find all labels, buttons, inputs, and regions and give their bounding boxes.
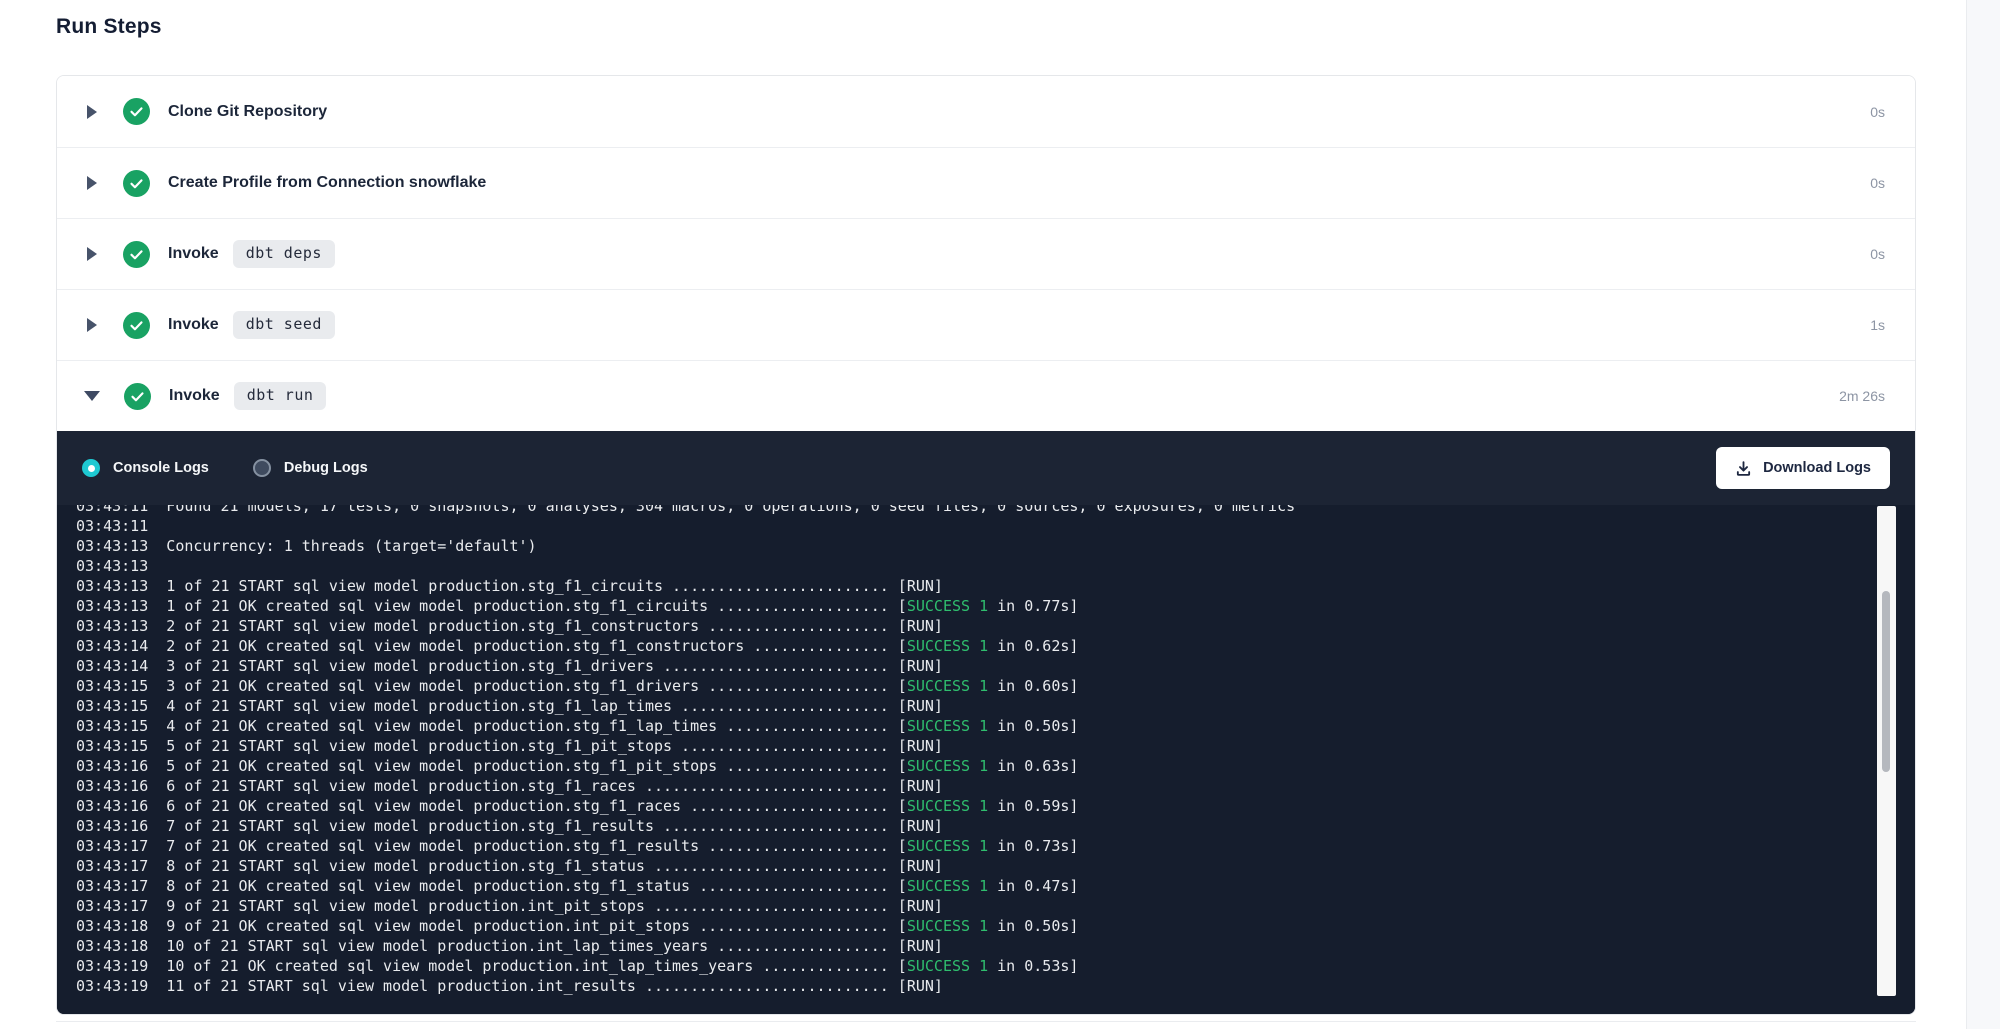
log-scrollbar-thumb[interactable] [1882,591,1890,772]
check-circle-icon [123,241,150,268]
log-line: 03:43:14 3 of 21 START sql view model pr… [76,656,1915,676]
step-rows: Clone Git Repository0sCreate Profile fro… [57,76,1915,431]
log-line: 03:43:16 7 of 21 START sql view model pr… [76,816,1915,836]
log-line: 03:43:16 5 of 21 OK created sql view mod… [76,756,1915,776]
step-label: Invoke [169,387,220,405]
check-circle-icon [123,312,150,339]
check-circle-icon [123,170,150,197]
log-line: 03:43:17 9 of 21 START sql view model pr… [76,896,1915,916]
check-circle-icon [123,98,150,125]
step-label: Clone Git Repository [168,103,327,121]
step-label: Invoke [168,245,219,263]
step-duration: 1s [1870,317,1885,333]
log-line: 03:43:13 2 of 21 START sql view model pr… [76,616,1915,636]
radio-debug-logs-label: Debug Logs [284,460,368,476]
step-duration: 2m 26s [1839,388,1885,404]
download-logs-label: Download Logs [1763,460,1871,476]
run-steps-card: Clone Git Repository0sCreate Profile fro… [56,75,1916,1015]
console-panel: Console Logs Debug Logs Download Logs [57,431,1915,1014]
log-scrollbar[interactable] [1877,506,1896,996]
log-line: 03:43:17 7 of 21 OK created sql view mod… [76,836,1915,856]
radio-console-logs[interactable]: Console Logs [82,459,209,477]
run-steps-page: Run Steps Clone Git Repository0sCreate P… [0,0,2000,1015]
radio-debug-logs[interactable]: Debug Logs [253,459,368,477]
log-line: 03:43:15 4 of 21 OK created sql view mod… [76,716,1915,736]
log-line: 03:43:16 6 of 21 START sql view model pr… [76,776,1915,796]
page-right-gutter [1966,0,2000,1029]
log-line: 03:43:11 [76,516,1915,536]
caret-right-icon[interactable] [87,247,97,261]
check-circle-icon [124,383,151,410]
log-line: 03:43:15 3 of 21 OK created sql view mod… [76,676,1915,696]
step-row-1[interactable]: Clone Git Repository 0s [57,76,1915,147]
radio-console-logs-label: Console Logs [113,460,209,476]
log-line: 03:43:18 9 of 21 OK created sql view mod… [76,916,1915,936]
console-log-lines: 03:43:11 Found 21 models, 17 tests, 0 sn… [76,505,1915,996]
log-line: 03:43:13 1 of 21 OK created sql view mod… [76,596,1915,616]
download-logs-button[interactable]: Download Logs [1716,447,1890,489]
log-line: 03:43:18 10 of 21 START sql view model p… [76,936,1915,956]
step-label: Invoke [168,316,219,334]
log-line: 03:43:14 2 of 21 OK created sql view mod… [76,636,1915,656]
caret-right-icon[interactable] [87,176,97,190]
log-line: 03:43:11 Found 21 models, 17 tests, 0 sn… [76,505,1915,516]
log-line: 03:43:19 11 of 21 START sql view model p… [76,976,1915,996]
step-duration: 0s [1870,175,1885,191]
radio-selected-icon[interactable] [82,459,100,477]
console-header: Console Logs Debug Logs Download Logs [57,431,1915,505]
step-duration: 0s [1870,104,1885,120]
log-line: 03:43:17 8 of 21 START sql view model pr… [76,856,1915,876]
log-line: 03:43:13 1 of 21 START sql view model pr… [76,576,1915,596]
log-line: 03:43:15 5 of 21 START sql view model pr… [76,736,1915,756]
log-line: 03:43:13 [76,556,1915,576]
step-row-2[interactable]: Create Profile from Connection snowflake… [57,147,1915,218]
console-log-viewport[interactable]: 03:43:11 Found 21 models, 17 tests, 0 sn… [57,505,1915,1014]
caret-down-icon[interactable] [84,391,100,401]
radio-unselected-icon[interactable] [253,459,271,477]
step-row-4[interactable]: Invoke dbt seed 1s [57,289,1915,360]
step-duration: 0s [1870,246,1885,262]
log-line: 03:43:17 8 of 21 OK created sql view mod… [76,876,1915,896]
log-line: 03:43:19 10 of 21 OK created sql view mo… [76,956,1915,976]
page-title: Run Steps [56,12,2000,42]
command-badge: dbt run [234,382,327,410]
command-badge: dbt deps [233,240,335,268]
command-badge: dbt seed [233,311,335,339]
step-label: Create Profile from Connection snowflake [168,174,486,192]
step-row-3[interactable]: Invoke dbt deps 0s [57,218,1915,289]
log-line: 03:43:13 Concurrency: 1 threads (target=… [76,536,1915,556]
log-line: 03:43:15 4 of 21 START sql view model pr… [76,696,1915,716]
log-line: 03:43:16 6 of 21 OK created sql view mod… [76,796,1915,816]
caret-right-icon[interactable] [87,105,97,119]
caret-right-icon[interactable] [87,318,97,332]
download-icon [1735,460,1752,477]
step-row-5[interactable]: Invoke dbt run 2m 26s [57,360,1915,431]
next-section-divider [56,1021,1916,1022]
